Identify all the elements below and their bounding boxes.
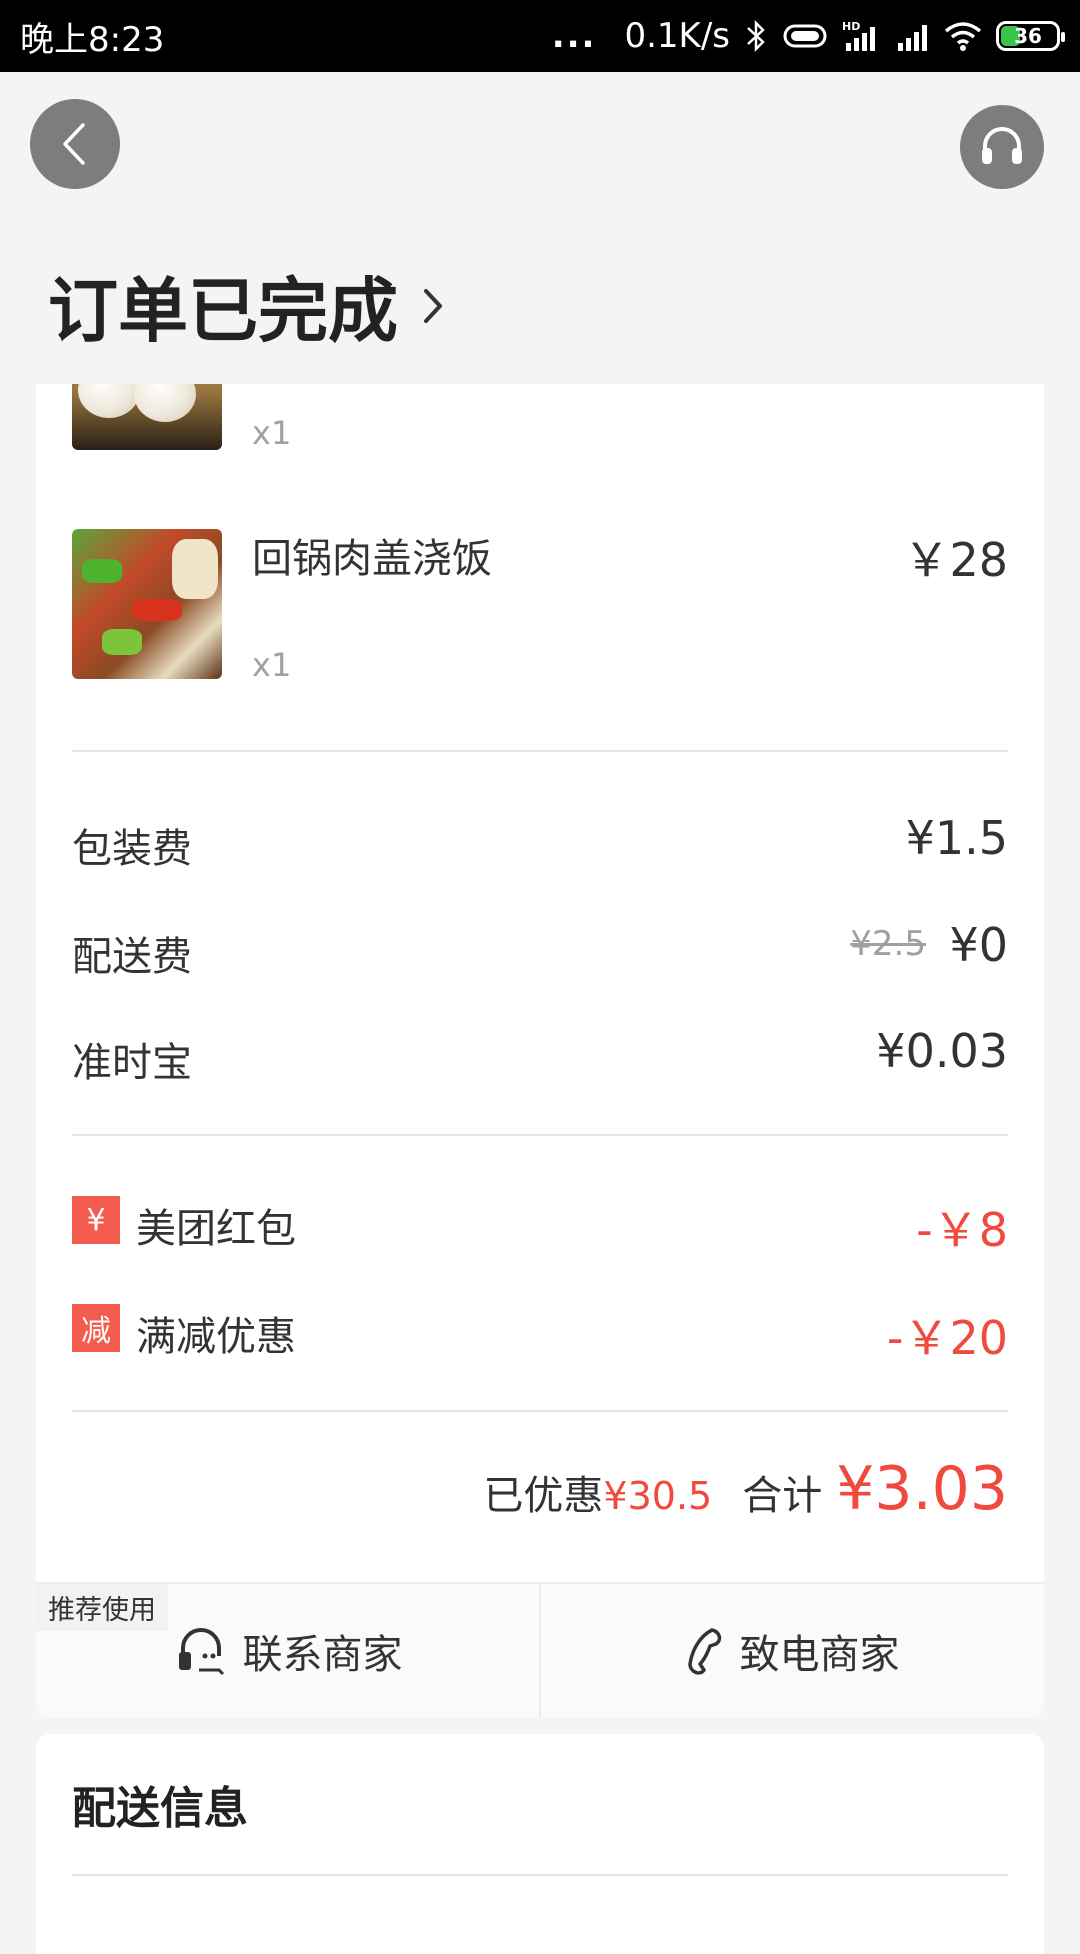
hd-signal-icon: HD [842, 20, 875, 51]
red-packet-label: 美团红包 [136, 1206, 296, 1252]
customer-service-button[interactable] [960, 105, 1044, 189]
battery-icon: 36 [996, 21, 1065, 51]
rice-shape [172, 539, 218, 599]
back-arrow-icon [63, 123, 85, 165]
item-price: ￥28 [903, 533, 1008, 587]
food-image-twice-cooked-pork [72, 529, 222, 679]
discount-total-value: ¥30.5 [603, 1474, 713, 1518]
item-quantity: x1 [252, 414, 292, 452]
discount-value: -￥20 [886, 1311, 1008, 1365]
order-status-link[interactable]: 订单已完成 [48, 255, 448, 356]
delivery-info-card: 配送信息 [36, 1734, 1044, 1954]
ontime-guarantee-value: ¥0.03 [876, 1024, 1008, 1078]
call-merchant-label: 致电商家 [739, 1632, 900, 1678]
packaging-fee-label: 包装费 [72, 826, 192, 872]
discount-label: 满减优惠 [136, 1314, 296, 1360]
chevron-right-icon [424, 288, 442, 323]
total-value: ¥3.03 [836, 1454, 1008, 1524]
order-status-title: 订单已完成 [48, 270, 398, 352]
pepper-shape [132, 599, 182, 621]
delivery-fee-value: ¥0 [949, 918, 1008, 972]
item-name: 回锅肉盖浇饭 [252, 536, 492, 582]
discount-total-label: 已优惠 [483, 1473, 604, 1519]
battery-level: 36 [1014, 24, 1042, 48]
divider [72, 1134, 1008, 1136]
red-packet-badge: ¥ [72, 1196, 120, 1244]
net-speed: 0.1K/s [624, 16, 730, 56]
total-label: 合计 [742, 1473, 823, 1519]
divider [72, 1410, 1008, 1412]
bluetooth-icon [747, 19, 765, 53]
red-packet-value: -￥8 [916, 1203, 1008, 1257]
status-time: 晚上8:23 [20, 19, 165, 60]
order-summary: 已优惠 ¥30.5 合计 ¥3.03 [483, 1454, 1008, 1524]
merchant-actions: 推荐使用 联系商家 致电商家 [36, 1582, 1044, 1718]
more-notifications-icon: ... [551, 16, 597, 56]
status-icons: ... 0.1K/s HD 36 [551, 16, 1065, 56]
ontime-guarantee-label: 准时宝 [72, 1040, 192, 1086]
back-button[interactable] [30, 99, 120, 189]
food-image-steamed-buns [72, 384, 222, 450]
delivery-info-title: 配送信息 [72, 1783, 248, 1834]
pepper-shape [82, 559, 122, 583]
svg-text:HD: HD [842, 20, 860, 33]
divider [72, 1874, 1008, 1876]
call-merchant-button[interactable]: 致电商家 [539, 1584, 1044, 1718]
headset-icon [982, 127, 1022, 164]
wifi-icon [944, 22, 982, 51]
status-bar: 晚上8:23 ... 0.1K/s HD 36 [0, 0, 1080, 72]
divider [72, 750, 1008, 752]
pepper-shape [102, 629, 142, 655]
packaging-fee-value: ¥1.5 [905, 811, 1008, 865]
delivery-fee-original: ¥2.5 [850, 924, 926, 964]
bun-shape [134, 384, 196, 422]
contact-merchant-button[interactable]: 推荐使用 联系商家 [36, 1584, 539, 1718]
chat-headset-icon [178, 1628, 224, 1676]
vibrate-icon [783, 24, 827, 48]
signal-icon [898, 25, 927, 51]
order-detail-card: x1 回锅肉盖浇饭 ￥28 x1 包装费 ¥1.5 配送费 ¥2.5 ¥0 准时… [36, 384, 1044, 1718]
bun-shape [78, 384, 140, 418]
contact-merchant-label: 联系商家 [242, 1632, 403, 1678]
item-quantity: x1 [252, 646, 292, 684]
phone-icon [687, 1628, 721, 1675]
discount-badge: 减 [72, 1304, 120, 1352]
delivery-fee-label: 配送费 [72, 934, 192, 980]
recommend-tag: 推荐使用 [36, 1584, 168, 1631]
